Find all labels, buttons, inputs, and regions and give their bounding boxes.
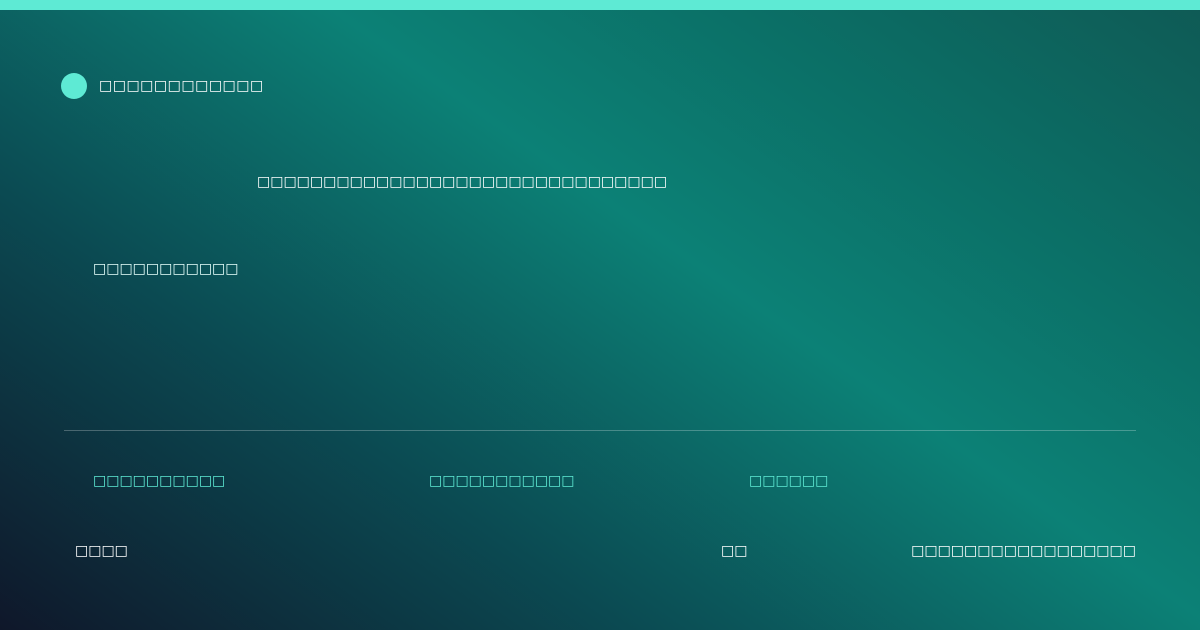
brand-dot-icon [61,73,87,99]
divider [64,430,1136,431]
stat-label-1: □□□□□□□□□□ [93,473,226,489]
brand-name: □□□□□□□□□□□□ [99,78,264,94]
stat-label-3: □□□□□□ [749,473,829,489]
stat-label-2: □□□□□□□□□□□ [429,473,575,489]
footer-middle-text: □□ [721,543,748,559]
footer-right-text: □□□□□□□□□□□□□□□□□ [911,543,1136,559]
subline: □□□□□□□□□□□ [93,261,239,277]
top-accent-bar [0,0,1200,10]
headline: □□□□□□□□□□□□□□□□□□□□□□□□□□□□□□□ [257,174,668,190]
brand: □□□□□□□□□□□□ [61,73,264,99]
footer-left-text: □□□□ [75,543,128,559]
